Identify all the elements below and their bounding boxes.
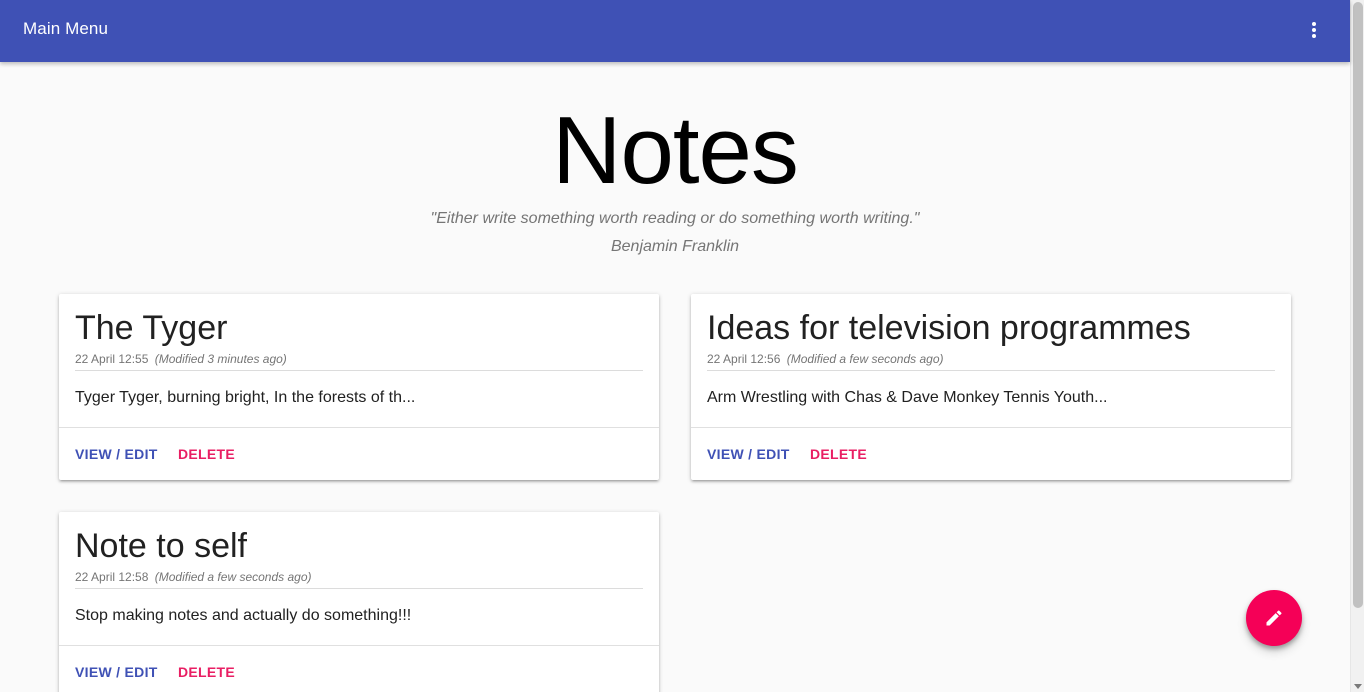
app-bar-title: Main Menu xyxy=(23,19,108,38)
note-title: Ideas for television programmes xyxy=(707,309,1191,347)
page-title: Notes xyxy=(552,97,799,204)
vertical-scrollbar[interactable] xyxy=(1350,0,1364,692)
note-card: Note to self 22 April 12:58 (Modified a … xyxy=(59,512,659,692)
new-note-button[interactable] xyxy=(1246,590,1302,646)
note-modified: (Modified a few seconds ago) xyxy=(786,352,944,366)
view-edit-button[interactable]: VIEW / EDIT xyxy=(75,445,158,463)
note-modified: (Modified 3 minutes ago) xyxy=(154,352,287,366)
note-meta: 22 April 12:55 (Modified 3 minutes ago) xyxy=(75,352,643,371)
scrollbar-thumb[interactable] xyxy=(1353,2,1363,608)
delete-button[interactable]: DELETE xyxy=(810,445,867,463)
note-date: 22 April 12:55 xyxy=(75,352,149,366)
note-actions: VIEW / EDIT DELETE xyxy=(691,427,1291,480)
app-bar: Main Menu xyxy=(0,0,1350,62)
note-title: The Tyger xyxy=(75,309,228,347)
note-date: 22 April 12:58 xyxy=(75,570,149,584)
app-window: Main Menu Notes "Either write something … xyxy=(0,0,1364,692)
view-edit-button[interactable]: VIEW / EDIT xyxy=(75,663,158,681)
more-vert-icon xyxy=(1312,22,1316,38)
note-preview: Arm Wrestling with Chas & Dave Monkey Te… xyxy=(707,389,1108,406)
note-meta: 22 April 12:56 (Modified a few seconds a… xyxy=(707,352,1275,371)
note-actions: VIEW / EDIT DELETE xyxy=(59,645,659,692)
note-actions: VIEW / EDIT DELETE xyxy=(59,427,659,480)
delete-button[interactable]: DELETE xyxy=(178,663,235,681)
quote-text: "Either write something worth reading or… xyxy=(430,210,920,227)
note-title: Note to self xyxy=(75,527,247,565)
delete-button[interactable]: DELETE xyxy=(178,445,235,463)
note-card: The Tyger 22 April 12:55 (Modified 3 min… xyxy=(59,294,659,480)
note-meta: 22 April 12:58 (Modified a few seconds a… xyxy=(75,570,643,589)
note-preview: Tyger Tyger, burning bright, In the fore… xyxy=(75,389,416,406)
scroll-down-arrow-icon[interactable] xyxy=(1354,684,1362,689)
note-modified: (Modified a few seconds ago) xyxy=(154,570,312,584)
note-date: 22 April 12:56 xyxy=(707,352,781,366)
note-card: Ideas for television programmes 22 April… xyxy=(691,294,1291,480)
pencil-icon xyxy=(1266,610,1282,626)
note-preview: Stop making notes and actually do someth… xyxy=(75,607,412,624)
overflow-menu-button[interactable] xyxy=(1298,13,1330,47)
view-edit-button[interactable]: VIEW / EDIT xyxy=(707,445,790,463)
quote-author: Benjamin Franklin xyxy=(610,238,740,255)
